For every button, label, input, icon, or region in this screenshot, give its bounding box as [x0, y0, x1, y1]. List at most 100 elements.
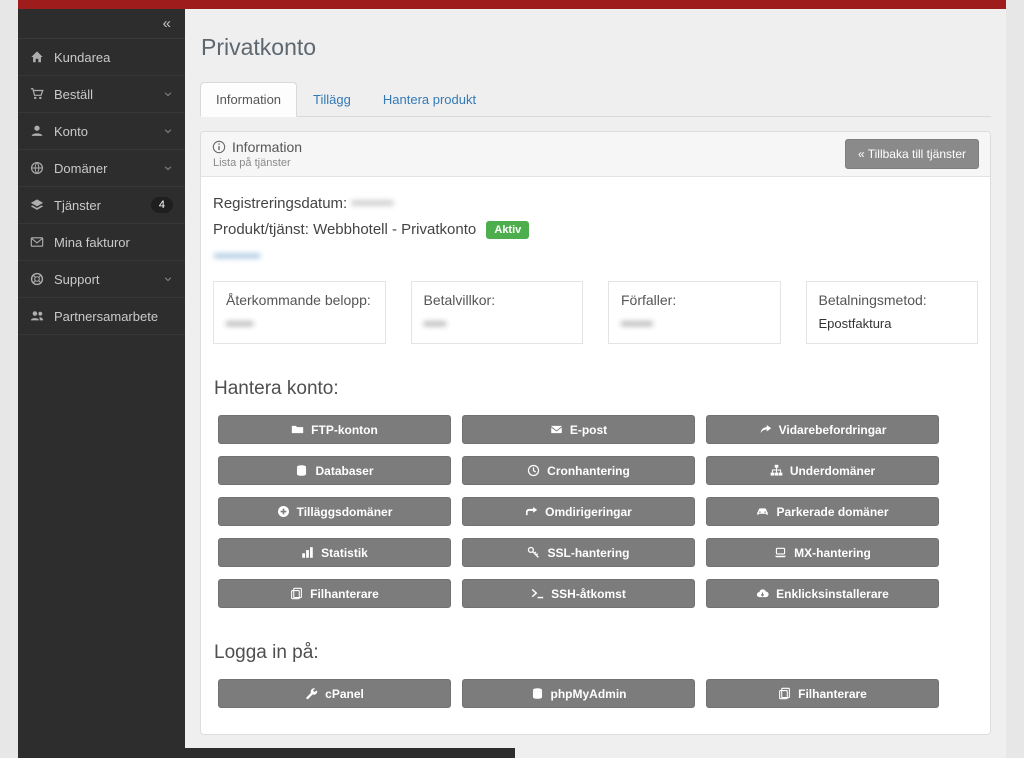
info-box-value: Epostfaktura: [818, 316, 892, 331]
info-box-value: ••••••: [226, 316, 254, 331]
sidebar-item-dom-ner[interactable]: Domäner: [18, 150, 185, 187]
button-label: Vidarebefordringar: [778, 422, 887, 437]
button-label: phpMyAdmin: [550, 686, 627, 701]
button-label: Filhanterare: [798, 686, 867, 701]
billing-info-boxes: Återkommande belopp: •••••• Betalvillkor: •…: [213, 281, 978, 344]
tab-information[interactable]: Information: [200, 82, 298, 117]
mx-hantering-button[interactable]: MX-hantering: [706, 538, 939, 567]
sidebar-item-mina-fakturor[interactable]: Mina fakturor: [18, 224, 185, 261]
button-label: Statistik: [321, 545, 368, 560]
sidebar-item-label: Domäner: [54, 160, 108, 176]
button-label: E-post: [569, 422, 608, 437]
phpmyadmin-button[interactable]: phpMyAdmin: [462, 679, 695, 708]
tab-till-gg[interactable]: Tillägg: [297, 82, 367, 117]
button-label: SSL-hantering: [547, 545, 630, 560]
ftp-konton-button[interactable]: FTP-konton: [218, 415, 451, 444]
sidebar-item-tj-nster[interactable]: Tjänster 4: [18, 187, 185, 224]
underdom-ner-button[interactable]: Underdomäner: [706, 456, 939, 485]
enklicksinstallerare-button[interactable]: Enklicksinstallerare: [706, 579, 939, 608]
sidebar-menu: Kundarea Beställ Konto Domäner Tjänster 4 Mina…: [18, 39, 185, 335]
life-ring-icon: [30, 272, 44, 286]
product-value: Webbhotell - Privatkonto: [313, 221, 477, 238]
sidebar-item-best-ll[interactable]: Beställ: [18, 76, 185, 113]
info-box-label: Betalningsmetod:: [818, 292, 927, 308]
info-box-terkommande-belopp: Återkommande belopp: ••••••: [213, 281, 386, 344]
database-icon: [531, 687, 544, 700]
chevron-down-icon: [163, 89, 173, 99]
sidebar-item-label: Kundarea: [54, 49, 111, 65]
info-box-value: •••••: [423, 316, 447, 331]
tab-hantera-produkt[interactable]: Hantera produkt: [367, 82, 492, 117]
redirect-icon: [525, 505, 538, 518]
manage-account-heading: Hantera konto:: [214, 378, 339, 399]
chevron-down-icon: [163, 126, 173, 136]
filhanterare-button[interactable]: Filhanterare: [218, 579, 451, 608]
filhanterare-button[interactable]: Filhanterare: [706, 679, 939, 708]
sidebar-item-support[interactable]: Support: [18, 261, 185, 298]
sidebar-item-label: Partnersamarbete: [54, 308, 159, 324]
chevron-down-icon: [163, 274, 173, 284]
button-label: Cronhantering: [547, 463, 630, 478]
product-label: Produkt/tjänst:: [213, 221, 309, 238]
domain-link[interactable]: •••••••••••: [214, 249, 260, 263]
info-box-label: Betalvillkor:: [423, 292, 496, 308]
vidarebefordringar-button[interactable]: Vidarebefordringar: [706, 415, 939, 444]
sidebar: « Kundarea Beställ Konto Domäner Tjänster 4 Mi…: [18, 9, 185, 758]
key-icon: [527, 546, 540, 559]
status-badge: Aktiv: [486, 221, 530, 239]
cpanel-button[interactable]: cPanel: [218, 679, 451, 708]
product-line: Produkt/tjänst: Webbhotell - Privatkonto…: [213, 221, 978, 239]
sidebar-item-label: Konto: [54, 123, 88, 139]
page-title: Privatkonto: [201, 34, 317, 60]
manage-button-grid: FTP-konton E-post Vidarebefordringar Databa…: [218, 415, 978, 608]
plus-icon: [277, 505, 290, 518]
users-icon: [30, 309, 44, 323]
registration-date-value: ••••••••: [351, 195, 394, 212]
ssl-hantering-button[interactable]: SSL-hantering: [462, 538, 695, 567]
user-icon: [30, 124, 44, 138]
copy-icon: [290, 587, 303, 600]
mail-icon: [550, 423, 563, 436]
panel-header-text: Information Lista på tjänster: [212, 139, 302, 169]
chevron-down-icon: [163, 163, 173, 173]
copy-icon: [778, 687, 791, 700]
info-box-f-rfaller: Förfaller: •••••••: [608, 281, 781, 344]
e-post-button[interactable]: E-post: [462, 415, 695, 444]
statistik-button[interactable]: Statistik: [218, 538, 451, 567]
login-button-grid: cPanel phpMyAdmin Filhanterare: [218, 679, 978, 708]
sidebar-collapse-button[interactable]: «: [163, 16, 171, 31]
cloud-icon: [756, 587, 769, 600]
cart-icon: [30, 87, 44, 101]
panel-title: Information: [232, 139, 303, 155]
wrench-icon: [305, 687, 318, 700]
parkerade-dom-ner-button[interactable]: Parkerade domäner: [706, 497, 939, 526]
clock-icon: [527, 464, 540, 477]
info-box-label: Återkommande belopp:: [226, 292, 371, 308]
sidebar-item-label: Support: [54, 271, 100, 287]
globe-icon: [30, 161, 44, 175]
laptop-icon: [774, 546, 787, 559]
sidebar-item-konto[interactable]: Konto: [18, 113, 185, 150]
sidebar-item-label: Mina fakturor: [54, 234, 130, 250]
omdirigeringar-button[interactable]: Omdirigeringar: [462, 497, 695, 526]
button-label: Underdomäner: [789, 463, 876, 478]
button-label: Databaser: [315, 463, 374, 478]
button-label: Parkerade domäner: [776, 504, 889, 519]
button-label: FTP-konton: [311, 422, 378, 437]
service-panel: Information Lista på tjänster « Tillbaka…: [200, 131, 991, 735]
till-ggsdom-ner-button[interactable]: Tilläggsdomäner: [218, 497, 451, 526]
layers-icon: [30, 198, 44, 212]
databaser-button[interactable]: Databaser: [218, 456, 451, 485]
info-box-betalningsmetod: Betalningsmetod: Epostfaktura: [805, 281, 978, 344]
registration-date-line: Registreringsdatum: ••••••••: [213, 195, 978, 212]
cronhantering-button[interactable]: Cronhantering: [462, 456, 695, 485]
panel-subtitle: Lista på tjänster: [213, 157, 291, 169]
page: « Kundarea Beställ Konto Domäner Tjänster 4 Mi…: [18, 0, 1006, 758]
sitemap-icon: [770, 464, 783, 477]
back-to-services-button[interactable]: « Tillbaka till tjänster: [844, 139, 979, 169]
sidebar-item-partnersamarbete[interactable]: Partnersamarbete: [18, 298, 185, 335]
ssh-tkomst-button[interactable]: SSH-åtkomst: [462, 579, 695, 608]
sidebar-item-kundarea[interactable]: Kundarea: [18, 39, 185, 76]
login-heading: Logga in på:: [214, 642, 319, 663]
panel-body: Registreringsdatum: •••••••• Produkt/tjä…: [201, 177, 990, 734]
